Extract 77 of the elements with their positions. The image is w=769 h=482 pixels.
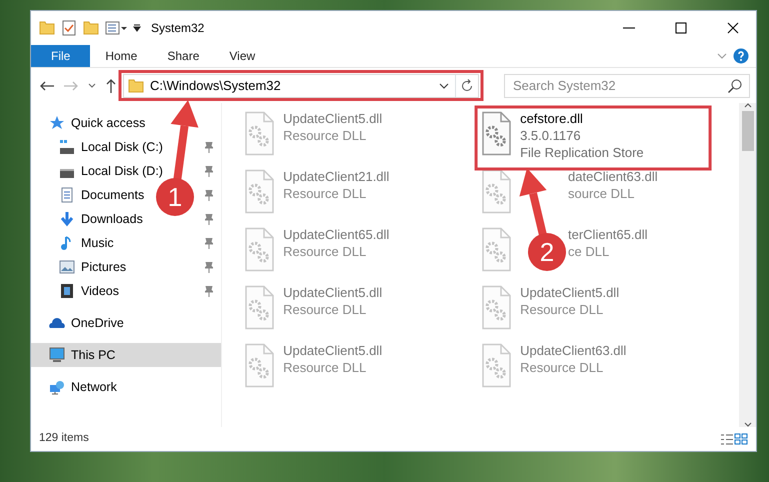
file-name: UpdateClient21.dll: [283, 169, 390, 185]
refresh-icon: [460, 78, 474, 92]
sidebar-item[interactable]: Local Disk (C:): [59, 138, 163, 156]
file-name: cefstore.dll: [520, 111, 583, 127]
sidebar-item[interactable]: Music: [59, 234, 114, 252]
item-count: 129 items: [39, 431, 90, 446]
arrow-right-icon: [64, 80, 78, 90]
file-name: UpdateClient5.dll: [283, 111, 382, 127]
address-path: C:\Windows\System32: [150, 76, 281, 95]
file-name: terClient65.dll: [568, 227, 648, 243]
file-name: UpdateClient63.dll: [520, 343, 626, 359]
sidebar-item[interactable]: Network: [49, 378, 117, 396]
file-description: Resource DLL: [520, 359, 604, 376]
network-icon: [49, 379, 65, 395]
chevron-down-icon: [88, 83, 96, 88]
file-name: dateClient63.dll: [568, 169, 658, 185]
file-version: 3.5.0.1176: [520, 127, 581, 144]
file-description: Resource DLL: [283, 359, 366, 376]
view-list-icon[interactable]: [105, 21, 127, 35]
window-title: System32: [151, 20, 204, 37]
dll-file-icon[interactable]: [481, 111, 512, 156]
folder-icon: [128, 78, 144, 94]
file-menu-tab[interactable]: File: [31, 45, 90, 67]
chevron-down-icon: [717, 53, 727, 59]
star-icon: [49, 115, 65, 131]
sidebar-item[interactable]: Videos: [59, 282, 119, 300]
properties-icon[interactable]: [61, 20, 77, 36]
file-name: UpdateClient5.dll: [283, 285, 382, 301]
scroll-up-icon[interactable]: [744, 103, 752, 108]
address-bar[interactable]: C:\Windows\System32: [123, 74, 479, 98]
file-description: Resource DLL: [283, 127, 366, 144]
arrow-left-icon: [40, 80, 54, 90]
search-icon: [728, 78, 742, 92]
file-description: source DLL: [568, 185, 634, 202]
sidebar-item[interactable]: This PC: [49, 346, 116, 364]
arrow-up-icon: [106, 78, 116, 92]
file-description: Resource DLL: [283, 243, 366, 260]
download-arrow-icon: [59, 211, 75, 227]
scroll-down-icon[interactable]: [744, 422, 752, 427]
file-name: UpdateClient65.dll: [283, 227, 390, 243]
scrollbar-thumb[interactable]: [742, 111, 754, 151]
close-icon: [727, 22, 739, 34]
step-number: 1: [168, 182, 182, 212]
file-description: Resource DLL: [520, 301, 604, 318]
minimize-icon: [623, 27, 635, 29]
search-field[interactable]: Search System32: [504, 74, 750, 98]
file-description: File Replication Store: [520, 144, 644, 161]
maximize-icon: [675, 22, 687, 34]
ribbon-tab[interactable]: Home: [90, 45, 152, 67]
file-name: UpdateClient5.dll: [520, 285, 620, 301]
dll-file-icon[interactable]: [481, 169, 512, 214]
file-description: Resource DLL: [283, 185, 366, 202]
sidebar-item[interactable]: OneDrive: [49, 314, 124, 332]
sidebar-item[interactable]: Documents: [59, 186, 144, 204]
file-name: UpdateClient5.dll: [283, 343, 382, 359]
sidebar-item[interactable]: Quick access: [49, 114, 146, 132]
sidebar-item[interactable]: Pictures: [59, 258, 126, 276]
new-folder-icon[interactable]: [83, 20, 99, 36]
chevron-down-icon: [439, 82, 449, 88]
help-icon: [733, 48, 749, 64]
cloud-icon: [49, 315, 65, 331]
document-icon: [59, 187, 75, 203]
drive-icon: [59, 139, 75, 155]
sidebar-item[interactable]: Local Disk (D:): [59, 162, 163, 180]
folder-icon[interactable]: [39, 20, 55, 36]
monitor-icon: [49, 347, 65, 363]
file-description: Resource DLL: [283, 301, 366, 318]
step-number: 2: [540, 237, 554, 267]
sidebar-item[interactable]: Downloads: [59, 210, 143, 228]
film-icon: [59, 283, 75, 299]
file-description: ce DLL: [568, 243, 610, 260]
dropdown-caret-icon[interactable]: [133, 24, 141, 32]
large-icons-view-icon[interactable]: [734, 433, 748, 445]
ribbon-tab[interactable]: View: [214, 45, 270, 67]
picture-icon: [59, 259, 75, 275]
ribbon-tab[interactable]: Share: [152, 45, 214, 67]
details-view-icon[interactable]: [720, 434, 734, 444]
